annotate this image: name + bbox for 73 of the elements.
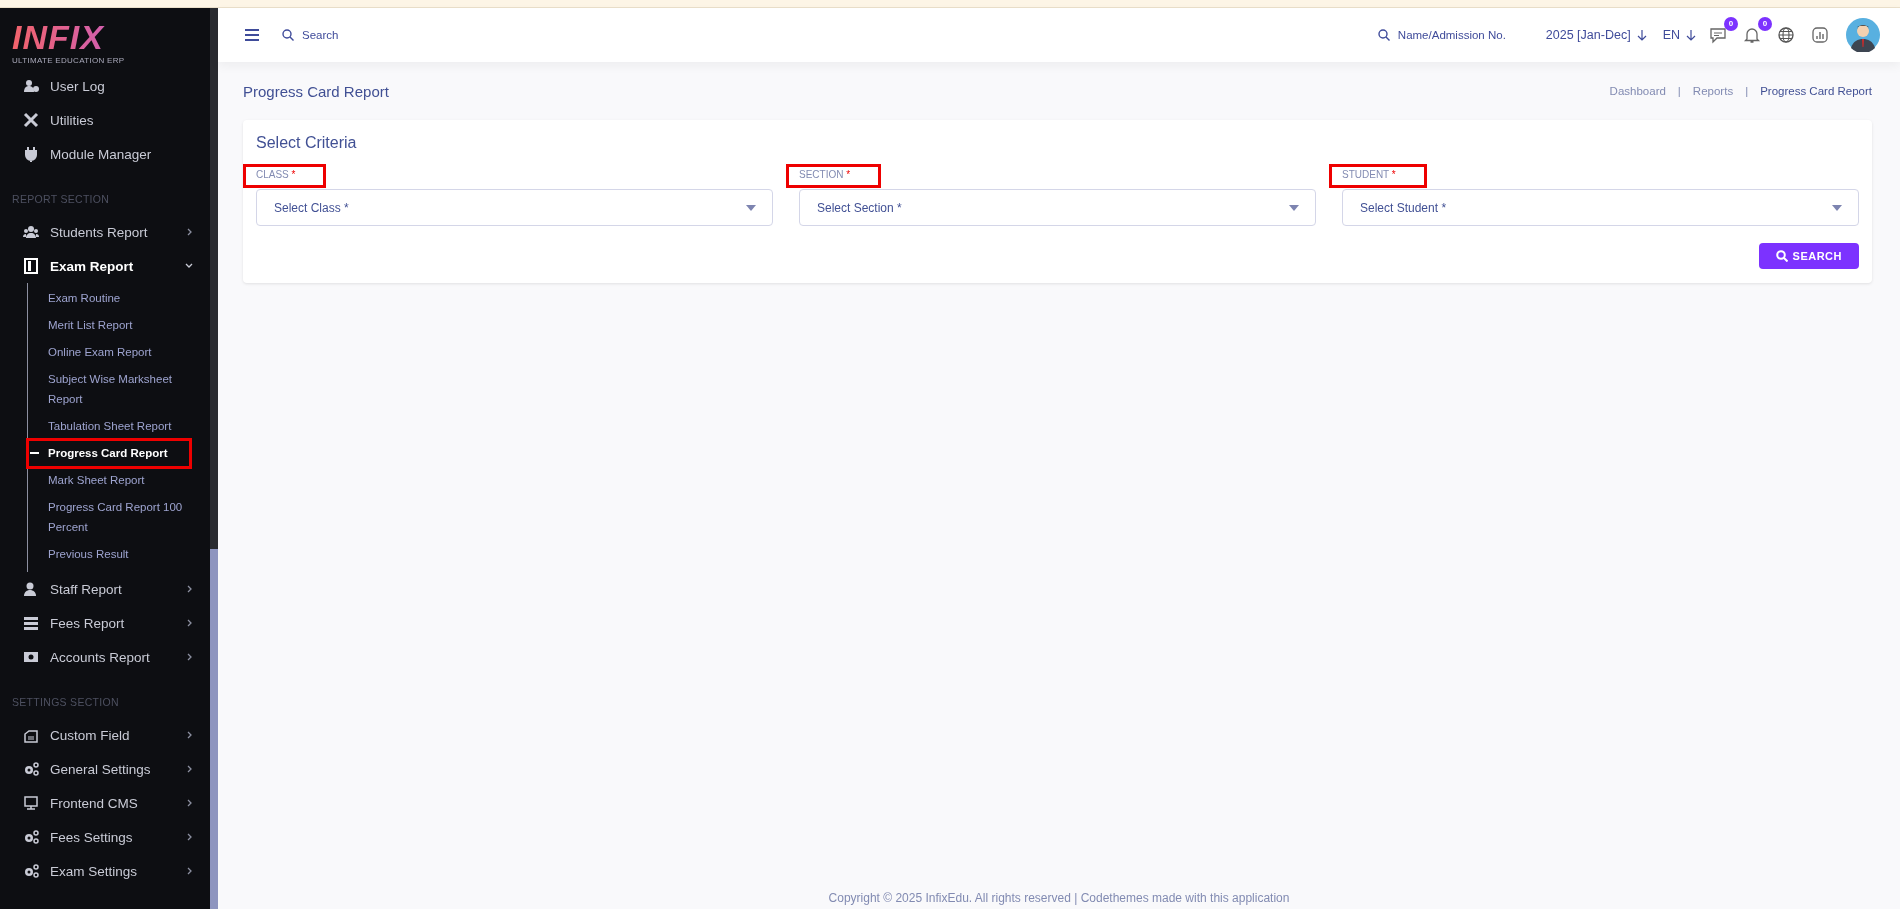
submenu-item[interactable]: Online Exam Report xyxy=(28,339,198,366)
field-label: CLASS * xyxy=(246,167,324,185)
section-heading: REPORT SECTION xyxy=(11,192,111,207)
user-tag-icon xyxy=(23,581,39,597)
sidebar-item[interactable]: Exam Report xyxy=(0,249,210,283)
logo-tagline: ULTIMATE EDUCATION ERP xyxy=(12,56,126,65)
submenu-item[interactable]: Exam Routine xyxy=(28,285,198,312)
submenu-item[interactable]: Progress Card Report 100 Percent xyxy=(28,494,198,541)
gears-icon xyxy=(23,863,39,879)
card-title: Select Criteria xyxy=(256,134,358,152)
sidebar-item[interactable]: Exam Settings xyxy=(0,854,210,888)
sidebar-item[interactable]: Utilities xyxy=(0,103,210,137)
sidebar-item[interactable]: Students Report xyxy=(0,215,210,249)
menu-icon[interactable] xyxy=(244,28,260,42)
users-icon xyxy=(23,224,39,240)
sidebar-item[interactable]: General Settings xyxy=(0,752,210,786)
submenu-item[interactable]: Subject Wise Marksheet Report xyxy=(28,366,198,413)
session-dropdown[interactable]: 2025 [Jan-Dec] xyxy=(1545,28,1647,42)
chart-icon[interactable] xyxy=(1811,26,1829,44)
field-label: STUDENT * xyxy=(1332,167,1424,185)
down-arrow-icon xyxy=(1686,29,1696,41)
search-icon xyxy=(282,29,294,41)
student-search-field[interactable]: Name/Admission No. xyxy=(1395,28,1530,42)
sidebar-item[interactable]: Custom Field xyxy=(0,718,210,752)
sidebar-item[interactable]: Fees Report xyxy=(0,606,210,640)
chat-icon[interactable] xyxy=(1709,26,1727,44)
breadcrumb-separator: | xyxy=(1677,85,1681,97)
user-gear-icon xyxy=(23,78,39,94)
plug-icon xyxy=(23,146,39,162)
breadcrumb-link[interactable]: Progress Card Report xyxy=(1760,85,1872,97)
sidebar-item[interactable]: Accounts Report xyxy=(0,640,210,674)
search-icon xyxy=(1377,29,1390,41)
book-icon xyxy=(23,258,39,274)
money-icon xyxy=(23,649,39,665)
globe-icon[interactable] xyxy=(1777,26,1795,44)
avatar-icon xyxy=(1846,18,1880,52)
submenu-item[interactable]: Progress Card Report xyxy=(28,440,190,467)
select-dropdown[interactable]: Select Student * xyxy=(1342,189,1859,226)
gears-icon xyxy=(23,761,39,777)
count-badge: 0 xyxy=(1758,17,1772,31)
gears-icon xyxy=(23,829,39,845)
count-badge: 0 xyxy=(1724,17,1738,31)
select-dropdown[interactable]: Select Class * xyxy=(256,189,773,226)
page-title: Progress Card Report xyxy=(243,82,389,100)
form-icon xyxy=(23,727,39,743)
scrollbar[interactable] xyxy=(210,549,218,909)
section-heading: SETTINGS SECTION xyxy=(11,695,120,710)
sidebar-item[interactable]: Module Manager xyxy=(0,137,210,171)
select-dropdown[interactable]: Select Section * xyxy=(799,189,1316,226)
bell-icon[interactable] xyxy=(1743,26,1761,44)
submenu-item[interactable]: Tabulation Sheet Report xyxy=(28,413,198,440)
caret-down-icon xyxy=(1832,204,1842,211)
sidebar-item[interactable]: User Log xyxy=(0,69,210,103)
submenu-item[interactable]: Merit List Report xyxy=(28,312,198,339)
tools-icon xyxy=(23,112,39,128)
submenu-item[interactable]: Mark Sheet Report xyxy=(28,467,198,494)
server-icon xyxy=(23,615,39,631)
language-dropdown[interactable]: EN xyxy=(1662,28,1696,42)
breadcrumb-separator: | xyxy=(1745,85,1749,97)
copyright-text: Copyright © 2025 InfixEdu. All rights reserved | Codethemes made with this application xyxy=(827,891,1291,907)
sidebar-item[interactable]: Frontend CMS xyxy=(0,786,210,820)
search-field[interactable]: Search xyxy=(300,28,394,42)
monitor-icon xyxy=(23,795,39,811)
sidebar-item[interactable]: Fees Settings xyxy=(0,820,210,854)
down-arrow-icon xyxy=(1636,29,1647,41)
caret-down-icon xyxy=(1289,204,1299,211)
search-button[interactable]: SEARCH xyxy=(1758,243,1859,269)
caret-down-icon xyxy=(746,204,756,211)
search-icon xyxy=(1775,250,1788,262)
sidebar-item[interactable]: Staff Report xyxy=(0,572,210,606)
field-label: SECTION * xyxy=(789,167,879,185)
submenu-item[interactable]: Previous Result xyxy=(28,541,198,568)
active-marker xyxy=(30,452,39,454)
